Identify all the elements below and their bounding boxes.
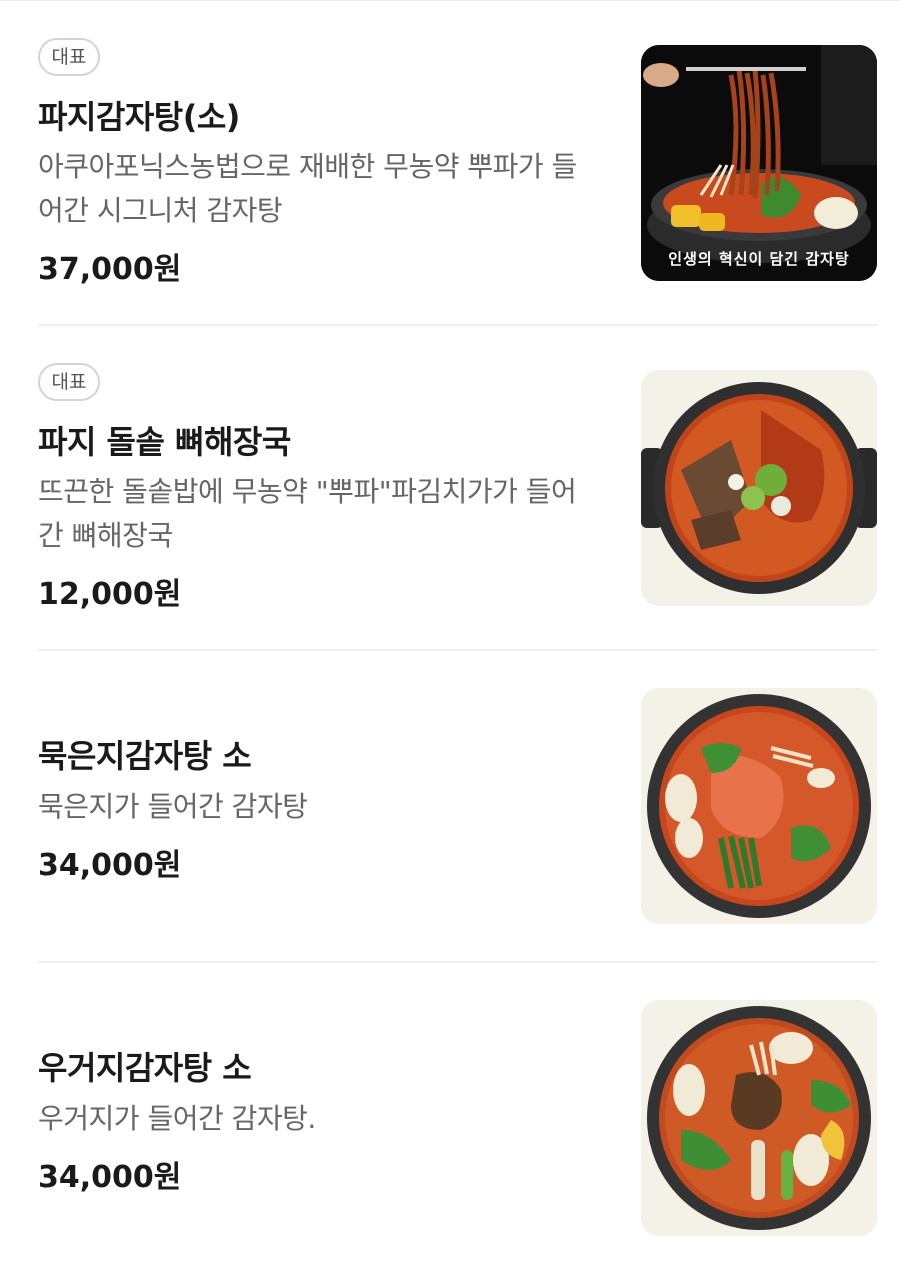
cabbage-stew-pot-icon [641,1000,877,1236]
menu-item-price: 34,000원 [38,848,182,883]
menu-item-name: 파지감자탕(소) [38,98,240,136]
menu-item[interactable]: 우거지감자탕 소 우거지가 들어간 감자탕. 34,000원 [38,963,878,1270]
menu-item[interactable]: 묵은지감자탕 소 묵은지가 들어간 감자탕 34,000원 [38,651,878,963]
menu-item-name: 파지 돌솥 뼈해장국 [38,423,291,461]
stew-with-noodles-icon [641,45,877,281]
stew-with-noodles-photo[interactable]: 인생의 혁신이 담긴 감자탕 [641,45,877,281]
image-caption: 인생의 혁신이 담긴 감자탕 [668,250,850,268]
signature-badge: 대표 [38,38,100,76]
menu-item-price: 12,000원 [38,577,182,612]
bone-soup-pot-icon [641,370,877,606]
menu-item-price: 37,000원 [38,252,182,287]
menu-item-price: 34,000원 [38,1160,182,1195]
menu-item-description: 우거지가 들어간 감자탕. [38,1102,316,1135]
kimchi-stew-pot-photo[interactable] [641,688,877,924]
menu-item[interactable]: 대표 파지감자탕(소) 아쿠아포닉스농법으로 재배한 무농약 뿌파가 들어간 시… [38,0,878,326]
menu-item-name: 묵은지감자탕 소 [38,737,252,775]
bone-soup-pot-photo[interactable] [641,370,877,606]
cabbage-stew-pot-photo[interactable] [641,1000,877,1236]
menu-item-description: 묵은지가 들어간 감자탕 [38,790,308,823]
menu-item-description: 아쿠아포닉스농법으로 재배한 무농약 뿌파가 들어간 시그니처 감자탕 [38,150,577,227]
kimchi-stew-pot-icon [641,688,877,924]
menu-item-description: 뜨끈한 돌솥밥에 무농약 "뿌파"파김치가가 들어간 뼈해장국 [38,475,577,552]
menu-item-name: 우거지감자탕 소 [38,1049,252,1087]
menu-item[interactable]: 대표 파지 돌솥 뼈해장국 뜨끈한 돌솥밥에 무농약 "뿌파"파김치가가 들어간… [38,326,878,651]
signature-badge: 대표 [38,363,100,401]
